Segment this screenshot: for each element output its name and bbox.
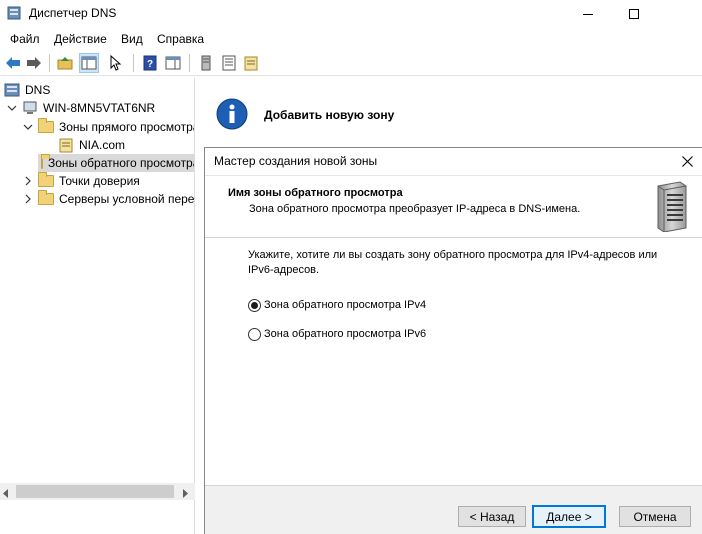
- menu-view[interactable]: Вид: [121, 32, 143, 46]
- tree-item-trust-points[interactable]: Точки доверия: [22, 172, 140, 190]
- tree-item-label: Серверы условной пересылки: [59, 192, 195, 206]
- tree-horizontal-scrollbar[interactable]: [0, 483, 195, 500]
- tree-item-label: WIN-8MN5VTAT6NR: [43, 101, 156, 115]
- next-button[interactable]: Далее >: [532, 505, 606, 528]
- scroll-right-arrow-icon[interactable]: [183, 487, 189, 501]
- zone-file-icon[interactable]: [241, 53, 261, 73]
- wizard-step-description: Зона обратного просмотра преобразует IP-…: [249, 203, 581, 215]
- zone-file-icon: [58, 137, 74, 153]
- chevron-down-icon[interactable]: [22, 121, 34, 133]
- folder-icon: [38, 172, 54, 187]
- title-bar: Диспетчер DNS: [0, 0, 702, 28]
- ipv4-radio[interactable]: [248, 299, 261, 312]
- chevron-right-icon[interactable]: [22, 175, 34, 187]
- forward-arrow-icon[interactable]: [24, 53, 44, 73]
- back-arrow-icon[interactable]: [3, 53, 23, 73]
- back-button[interactable]: < Назад: [458, 506, 526, 527]
- tree-item-label: DNS: [25, 83, 51, 97]
- ipv4-radio-label[interactable]: Зона обратного просмотра IPv4: [264, 299, 426, 311]
- new-zone-wizard-dialog: Мастер создания новой зоны Имя зоны обра…: [204, 147, 702, 534]
- svg-text:?: ?: [147, 59, 153, 70]
- tree-item-forward-zones[interactable]: Зоны прямого просмотра: [22, 118, 195, 136]
- server-icon: [22, 101, 38, 115]
- menu-file[interactable]: Файл: [10, 32, 40, 46]
- toolbar: ?: [0, 50, 702, 76]
- tree-item-label: Зоны обратного просмотра: [48, 156, 195, 170]
- folder-icon: [41, 154, 50, 169]
- wizard-title: Мастер создания новой зоны: [214, 154, 378, 168]
- chevron-right-icon[interactable]: [22, 193, 34, 205]
- wizard-prompt-line1: Укажите, хотите ли вы создать зону обрат…: [248, 249, 658, 261]
- wizard-prompt-line2: IPv6-адресов.: [248, 264, 320, 276]
- tree-item-reverse-zones[interactable]: Зоны обратного просмотра: [38, 154, 195, 172]
- menu-help[interactable]: Справка: [157, 32, 204, 46]
- menu-bar: Файл Действие Вид Справка: [0, 29, 702, 49]
- console-tree: DNS WIN-8MN5VTAT6NR Зоны прямого просмот…: [0, 78, 195, 534]
- tree-item-label: Точки доверия: [59, 174, 140, 188]
- records-list-icon[interactable]: [219, 53, 239, 73]
- help-icon[interactable]: ?: [140, 53, 160, 73]
- folder-icon: [38, 118, 54, 133]
- menu-action[interactable]: Действие: [54, 32, 107, 46]
- tree-item-zone-nia-com[interactable]: NIA.com: [58, 136, 125, 154]
- maximize-button[interactable]: [611, 0, 657, 28]
- tree-item-dns-root[interactable]: DNS: [4, 81, 50, 99]
- dns-app-icon: [7, 6, 21, 20]
- ipv6-radio[interactable]: [248, 328, 261, 341]
- up-folder-icon[interactable]: [55, 53, 75, 73]
- ipv6-radio-label[interactable]: Зона обратного просмотра IPv6: [264, 328, 426, 340]
- dns-root-icon: [4, 83, 20, 97]
- chevron-down-icon[interactable]: [6, 102, 18, 114]
- tree-item-conditional-forwarders[interactable]: Серверы условной пересылки: [22, 190, 195, 208]
- properties-pane-icon[interactable]: [163, 53, 183, 73]
- add-new-zone-title: Добавить новую зону: [264, 108, 395, 122]
- wizard-body: Укажите, хотите ли вы создать зону обрат…: [205, 238, 702, 486]
- server-graphic-icon: [654, 180, 688, 235]
- window-title: Диспетчер DNS: [29, 6, 117, 20]
- export-list-icon[interactable]: [107, 53, 127, 73]
- tree-item-label: NIA.com: [79, 138, 126, 152]
- wizard-header: Мастер создания новой зоны Имя зоны обра…: [205, 148, 702, 238]
- show-hide-console-tree-icon[interactable]: [79, 53, 99, 73]
- minimize-button[interactable]: [565, 0, 611, 28]
- tree-item-label: Зоны прямого просмотра: [59, 120, 195, 134]
- folder-icon: [38, 190, 54, 205]
- tree-item-server[interactable]: WIN-8MN5VTAT6NR: [6, 99, 155, 117]
- cancel-button[interactable]: Отмена: [619, 506, 691, 527]
- scroll-left-arrow-icon[interactable]: [3, 487, 9, 501]
- info-icon: [216, 98, 248, 133]
- server-icon[interactable]: [196, 53, 216, 73]
- wizard-step-heading: Имя зоны обратного просмотра: [228, 187, 403, 199]
- scrollbar-thumb[interactable]: [16, 485, 174, 498]
- close-icon[interactable]: [679, 153, 695, 169]
